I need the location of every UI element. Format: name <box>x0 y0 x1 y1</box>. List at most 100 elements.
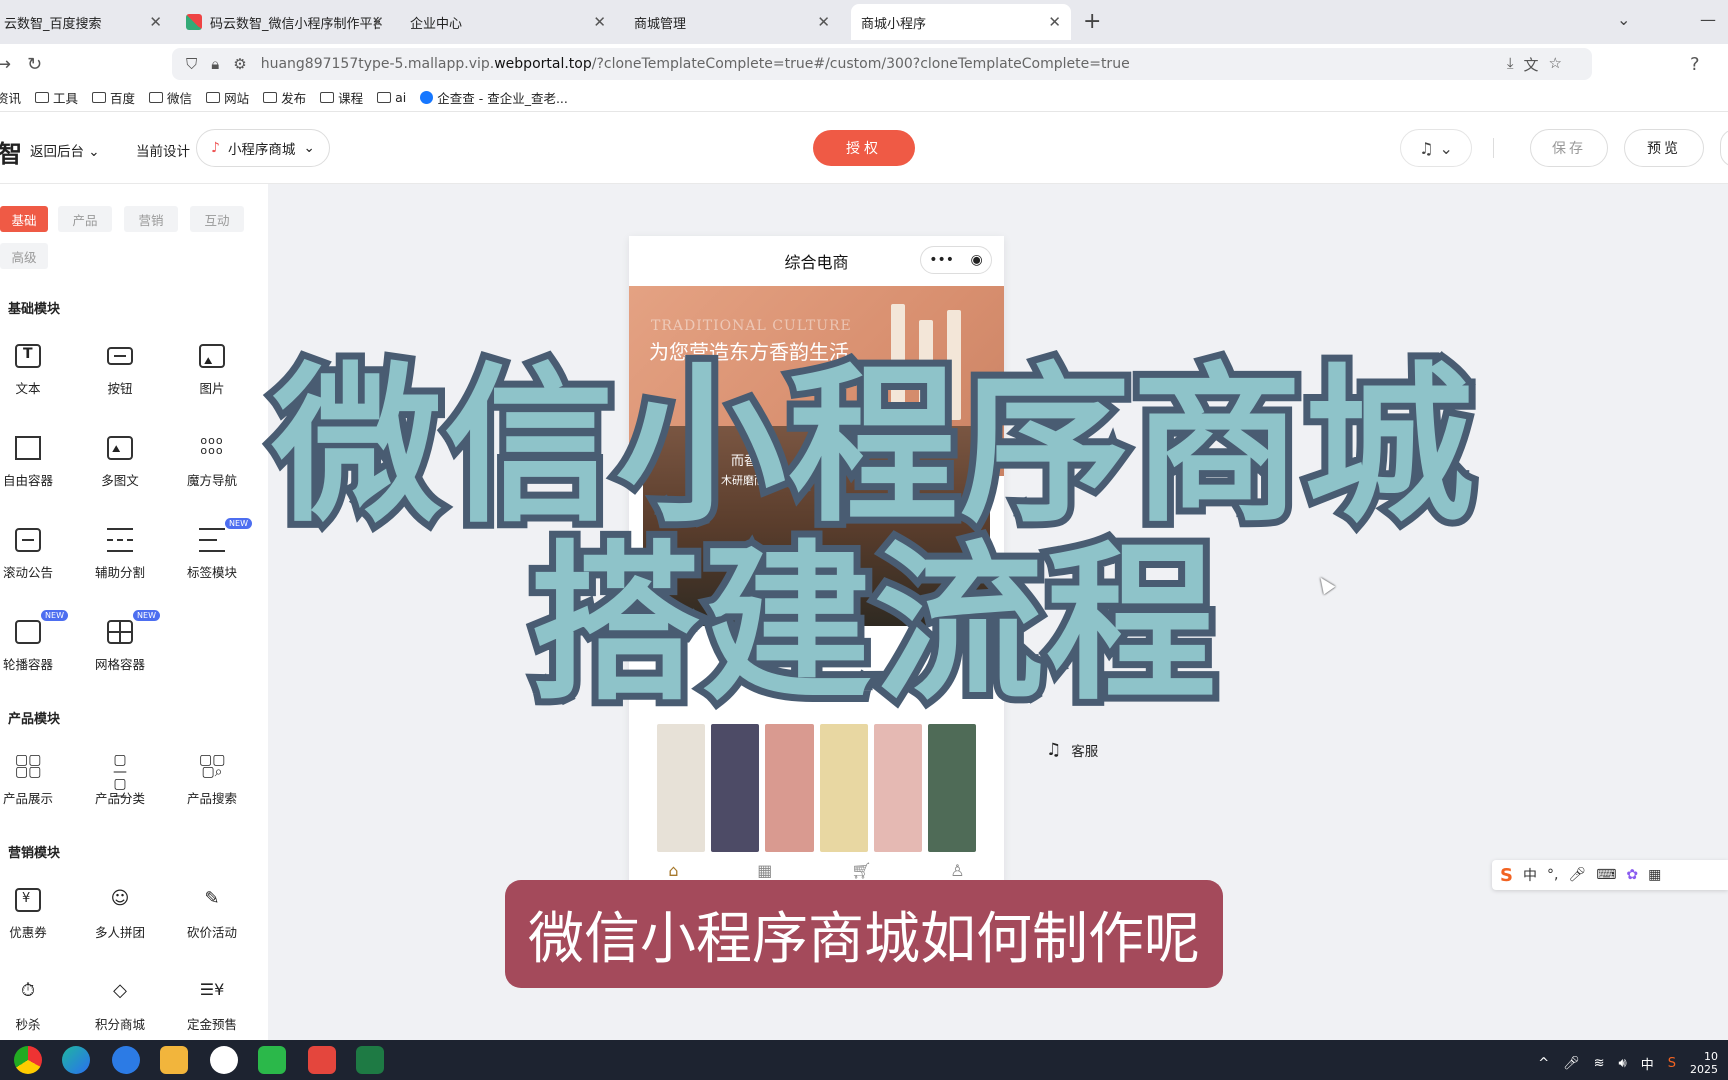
folder-icon <box>35 92 50 103</box>
product-image[interactable] <box>765 724 814 852</box>
video-app-icon[interactable] <box>308 1046 336 1074</box>
auth-button[interactable]: 授权 <box>813 130 915 166</box>
preview-button[interactable]: 预览 <box>1624 129 1704 167</box>
minimize-icon[interactable]: — <box>1700 10 1716 29</box>
product-image[interactable] <box>711 724 760 852</box>
excel-icon[interactable] <box>356 1046 384 1074</box>
chevron-down-icon: ⌄ <box>1439 138 1453 158</box>
customer-service-entry[interactable]: ♫ 客服 <box>1046 740 1098 760</box>
tab-marketing[interactable]: 营销 <box>124 206 178 232</box>
tab-mall-manage[interactable]: 商城管理 ✕ <box>624 4 840 40</box>
wifi-icon[interactable]: ≋ <box>1594 1056 1605 1071</box>
folder-icon <box>263 92 278 103</box>
close-icon[interactable]: ✕ <box>371 13 384 31</box>
tab-product[interactable]: 产品 <box>58 206 112 232</box>
presale-icon: ☰¥ <box>199 980 225 999</box>
record-icon: ◉ <box>970 252 983 268</box>
download-icon[interactable]: ⤓ <box>1507 54 1514 75</box>
home-icon[interactable]: ⌂ <box>668 861 678 880</box>
ime-toolbar: S 中 °, 🎤︎ ⌨ ✿ ▦ <box>1492 860 1728 890</box>
bookmark-item[interactable]: 课程 <box>320 88 363 107</box>
bookmark-item[interactable]: 企查查 - 查企业_查老... <box>420 88 568 107</box>
product-image[interactable] <box>657 724 706 852</box>
new-tab-icon[interactable]: + <box>1083 9 1101 34</box>
product-image[interactable] <box>819 724 868 852</box>
bookmark-item[interactable]: 工具 <box>35 88 78 107</box>
url-bar[interactable]: ⛉ 🔒︎ ⚙ huang897157type-5.mallapp.vip. web… <box>172 48 1592 80</box>
bookmark-item[interactable]: 微信 <box>149 88 192 107</box>
help-icon[interactable]: ? <box>1690 54 1700 75</box>
close-icon[interactable]: ✕ <box>149 13 162 31</box>
forward-icon[interactable]: → <box>0 54 11 75</box>
close-icon[interactable]: ✕ <box>593 13 606 31</box>
chrome-icon[interactable] <box>14 1046 42 1074</box>
timer-icon: ⏱ <box>20 980 36 1001</box>
input-lang-indicator[interactable]: 中 <box>1641 1054 1654 1073</box>
section-title-basic: 基础模块 <box>8 302 61 317</box>
product-image[interactable] <box>873 724 922 852</box>
more-button[interactable] <box>1720 129 1728 167</box>
close-icon[interactable]: ✕ <box>1048 13 1061 31</box>
design-select[interactable]: ♪ 小程序商城 ⌄ <box>196 129 330 167</box>
qq-icon[interactable] <box>210 1046 238 1074</box>
sogou-browser-icon[interactable] <box>112 1046 140 1074</box>
bookmark-item[interactable]: 百度 <box>92 88 135 107</box>
bookmark-item[interactable]: 发布 <box>263 88 306 107</box>
clock[interactable]: 10 2025 <box>1690 1050 1718 1076</box>
sogou-tray-icon[interactable]: S <box>1668 1056 1676 1071</box>
tab-mall-miniapp[interactable]: 商城小程序 ✕ <box>851 4 1071 40</box>
cart-icon[interactable]: 🛒︎ <box>851 861 871 880</box>
component-product-display[interactable]: ▢▢ ▢▢ 产品展示 <box>0 752 70 826</box>
component-coupon[interactable]: ¥ 优惠券 <box>0 888 70 960</box>
site-settings-icon[interactable]: ⚙ <box>233 55 246 73</box>
qichacha-icon <box>420 91 434 104</box>
coupon-icon: ¥ <box>15 888 41 912</box>
section-title-marketing: 营销模块 <box>8 846 61 861</box>
bookmark-item[interactable]: ai <box>377 90 406 105</box>
chevron-down-icon[interactable]: ⌄ <box>1617 10 1630 29</box>
mic-icon[interactable]: 🎤︎ <box>1568 867 1586 883</box>
diamond-icon: ◇ <box>113 980 127 1001</box>
tab-mayun[interactable]: 码云数智_微信小程序制作平台_ ✕ <box>176 4 394 40</box>
punctuation-icon[interactable]: °, <box>1547 867 1558 883</box>
browser-tab-bar: 云数智_百度搜索 ✕ 码云数智_微信小程序制作平台_ ✕ 企业中心 ✕ 商城管理… <box>0 0 1728 44</box>
back-to-admin-button[interactable]: 返回后台 ⌄ <box>30 140 100 160</box>
file-explorer-icon[interactable] <box>160 1046 188 1074</box>
category-icon[interactable]: ▦ <box>757 861 772 880</box>
edge-icon[interactable] <box>62 1046 90 1074</box>
tab-label: 云数智_百度搜索 <box>4 16 102 32</box>
component-product-category[interactable]: ▢— ▢— 产品分类 <box>78 752 162 826</box>
skin-icon[interactable]: ✿ <box>1626 867 1638 883</box>
tab-advanced[interactable]: 高级 <box>0 243 48 269</box>
component-group-buy[interactable]: ☺ 多人拼团 <box>78 888 162 960</box>
category-list-icon: ▢— ▢— <box>113 752 127 804</box>
headset-icon: ♫ <box>1046 740 1062 760</box>
component-bargain[interactable]: ✎ 砍价活动 <box>170 888 254 960</box>
product-image[interactable] <box>927 724 977 852</box>
product-grid-icon: ▢▢ ▢▢ <box>15 752 42 780</box>
close-icon[interactable]: ✕ <box>817 13 830 31</box>
bookmark-item[interactable]: 资讯 <box>0 88 21 107</box>
bookmark-item[interactable]: 网站 <box>206 88 249 107</box>
tab-baidu[interactable]: 云数智_百度搜索 ✕ <box>0 4 172 40</box>
save-button[interactable]: 保存 <box>1530 129 1608 167</box>
user-icon[interactable]: ♙ <box>950 861 964 880</box>
product-strip[interactable] <box>643 724 990 852</box>
translate-icon[interactable]: 文 <box>1524 54 1539 75</box>
support-button[interactable]: ♫ ⌄ <box>1400 129 1472 167</box>
reload-icon[interactable]: ↻ <box>27 54 42 75</box>
keyboard-icon[interactable]: ⌨ <box>1596 867 1616 883</box>
lock-icon: 🔒︎ <box>211 55 220 73</box>
component-product-search[interactable]: ▢▢ ▢⌕ 产品搜索 <box>170 753 254 826</box>
volume-icon[interactable]: 🔊︎ <box>1619 1056 1627 1071</box>
tab-enterprise[interactable]: 企业中心 ✕ <box>400 4 616 40</box>
mic-icon[interactable]: 🎤︎ <box>1563 1056 1580 1071</box>
star-icon[interactable]: ☆ <box>1549 54 1562 75</box>
tab-basic[interactable]: 基础 <box>0 206 48 232</box>
chevron-up-icon[interactable]: ^ <box>1538 1056 1549 1071</box>
toolbox-icon[interactable]: ▦ <box>1648 867 1661 883</box>
tab-interactive[interactable]: 互动 <box>190 206 244 232</box>
wechat-icon[interactable] <box>258 1046 286 1074</box>
ime-lang-toggle[interactable]: 中 <box>1523 865 1537 885</box>
sogou-icon[interactable]: S <box>1500 865 1513 886</box>
